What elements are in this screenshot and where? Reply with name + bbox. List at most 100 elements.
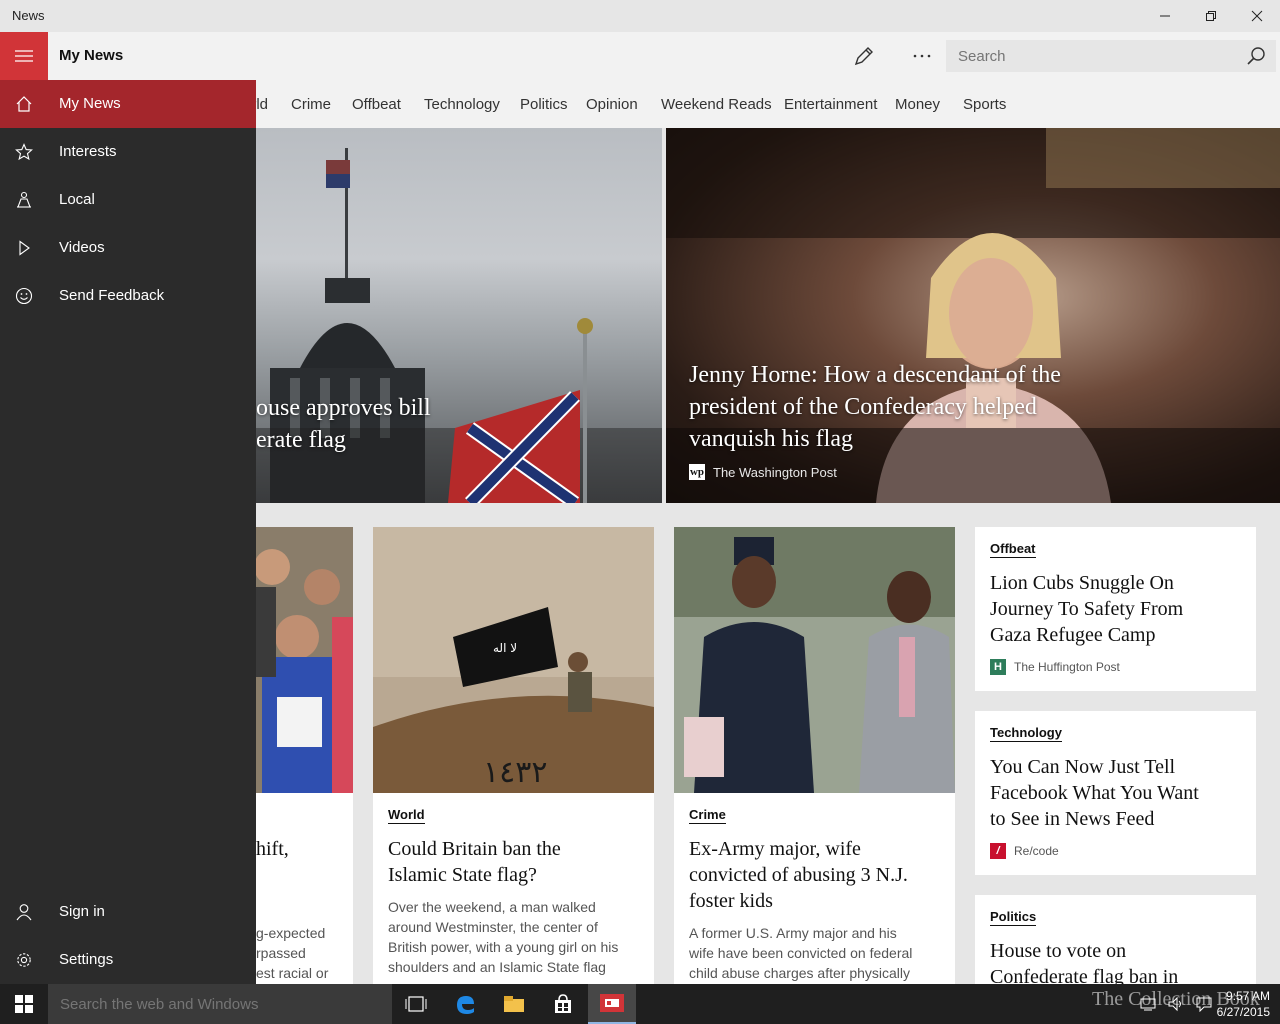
- store-button[interactable]: [539, 984, 587, 1024]
- summary-line: est racial or: [256, 965, 329, 981]
- close-button[interactable]: [1234, 0, 1280, 32]
- store-bag-icon: [555, 994, 571, 1013]
- side-card-1-source: H The Huffington Post: [990, 659, 1120, 675]
- source-name: The Huffington Post: [1014, 660, 1120, 674]
- side-card-2-title: You Can Now Just Tell Facebook What You …: [990, 754, 1199, 832]
- card-2-summary: A former U.S. Army major and his wife ha…: [689, 923, 912, 983]
- hero-2-title-line: Jenny Horne: How a descendant of the: [689, 362, 1061, 388]
- summary-line: British power, with a young girl on his: [388, 939, 619, 955]
- nav-item-label: Videos: [59, 239, 105, 256]
- tab-world[interactable]: rld: [256, 96, 268, 113]
- card-1-image-flag: لا اله ١٤٣٢: [373, 527, 654, 793]
- folder-icon: [504, 996, 524, 1012]
- pencil-icon: [854, 47, 873, 66]
- side-card-2-category[interactable]: Technology: [990, 724, 1062, 742]
- nav-item-videos[interactable]: Videos: [0, 224, 256, 272]
- summary-line: Over the weekend, a man walked: [388, 899, 596, 915]
- gear-icon: [12, 948, 36, 972]
- card-0-title: hift,: [256, 838, 289, 860]
- search-input[interactable]: [946, 40, 1226, 72]
- title-line: Gaza Refugee Camp: [990, 624, 1156, 646]
- summary-line: g-expected: [256, 925, 326, 941]
- hamburger-button[interactable]: [0, 32, 48, 80]
- minimize-icon: [1160, 15, 1170, 17]
- nav-item-interests[interactable]: Interests: [0, 128, 256, 176]
- title-line: Lion Cubs Snuggle On: [990, 572, 1174, 594]
- title-line: convicted of abusing 3 N.J.: [689, 864, 908, 886]
- nav-item-settings[interactable]: Settings: [0, 936, 256, 984]
- side-card-2-source: / Re/code: [990, 843, 1059, 859]
- nav-item-label: Sign in: [59, 903, 105, 920]
- title-line: Could Britain ban the: [388, 838, 561, 860]
- hero-1-title: ouse approves bill erate flag: [256, 392, 431, 456]
- tab-entertainment[interactable]: Entertainment: [784, 96, 877, 113]
- restore-button[interactable]: [1188, 0, 1234, 32]
- card-2-category[interactable]: Crime: [689, 806, 726, 824]
- summary-line: shoulders and an Islamic State flag: [388, 959, 606, 975]
- title-line: House to vote on: [990, 940, 1127, 962]
- nav-item-label: Send Feedback: [59, 287, 165, 304]
- file-explorer-button[interactable]: [490, 984, 538, 1024]
- play-icon: [12, 236, 36, 260]
- nav-item-send-feedback[interactable]: Send Feedback: [0, 272, 256, 320]
- page-title: My News: [59, 47, 124, 64]
- category-label: Politics: [990, 909, 1037, 926]
- article-card-1[interactable]: لا اله ١٤٣٢ World Could Britain ban the …: [373, 527, 654, 984]
- edge-button[interactable]: [441, 984, 489, 1024]
- summary-line: rpassed: [256, 945, 306, 961]
- nav-item-local[interactable]: Local: [0, 176, 256, 224]
- watermark: The Collection Book: [1092, 988, 1260, 1010]
- edit-button[interactable]: [850, 44, 878, 68]
- title-line: Facebook What You Want: [990, 782, 1199, 804]
- hero-2-title-line: president of the Confederacy helped: [689, 394, 1037, 420]
- taskbar: 9:57 AM 6/27/2015: [0, 984, 1280, 1024]
- tab-sports[interactable]: Sports: [963, 96, 1006, 113]
- more-icon: [913, 54, 931, 58]
- card-1-title: Could Britain ban the Islamic State flag…: [388, 836, 561, 888]
- svg-text:لا اله: لا اله: [493, 641, 517, 655]
- side-card-politics[interactable]: Politics House to vote on Confederate fl…: [975, 895, 1256, 984]
- side-card-offbeat[interactable]: Offbeat Lion Cubs Snuggle On Journey To …: [975, 527, 1256, 691]
- title-line: Confederate flag ban in: [990, 966, 1179, 984]
- title-line: Ex-Army major, wife: [689, 838, 861, 860]
- tab-money[interactable]: Money: [895, 96, 940, 113]
- source-name: The Washington Post: [713, 464, 837, 480]
- tab-politics[interactable]: Politics: [520, 96, 568, 113]
- nav-item-sign-in[interactable]: Sign in: [0, 888, 256, 936]
- search-button[interactable]: [1246, 46, 1266, 71]
- start-button[interactable]: [0, 984, 48, 1024]
- tab-crime[interactable]: Crime: [291, 96, 331, 113]
- card-1-category[interactable]: World: [388, 806, 425, 824]
- category-label: World: [388, 807, 425, 824]
- news-app-button[interactable]: [588, 984, 636, 1024]
- category-label: Offbeat: [990, 541, 1036, 558]
- title-line: You Can Now Just Tell: [990, 756, 1176, 778]
- side-card-3-category[interactable]: Politics: [990, 908, 1037, 926]
- tab-opinion[interactable]: Opinion: [586, 96, 638, 113]
- tab-weekend-reads[interactable]: Weekend Reads: [661, 96, 772, 113]
- smiley-icon: [12, 284, 36, 308]
- summary-line: child abuse charges after physically: [689, 965, 911, 981]
- card-0-summary: g-expected rpassed est racial or: [256, 923, 328, 983]
- task-view-button[interactable]: [392, 984, 440, 1024]
- article-card-2[interactable]: Crime Ex-Army major, wife convicted of a…: [674, 527, 955, 984]
- tab-offbeat[interactable]: Offbeat: [352, 96, 401, 113]
- tab-technology[interactable]: Technology: [424, 96, 500, 113]
- minimize-button[interactable]: [1142, 0, 1188, 32]
- category-label: Crime: [689, 807, 726, 824]
- side-card-1-category[interactable]: Offbeat: [990, 540, 1036, 558]
- hero-article-2[interactable]: Jenny Horne: How a descendant of the pre…: [666, 128, 1280, 503]
- source-name: Re/code: [1014, 844, 1059, 858]
- app-header: My News: [0, 32, 1280, 80]
- title-line: Islamic State flag?: [388, 864, 537, 886]
- hero-1-title-line: ouse approves bill: [256, 395, 431, 421]
- huffington-post-logo-icon: H: [990, 659, 1006, 675]
- taskbar-search-input[interactable]: [48, 984, 388, 1024]
- nav-item-my-news[interactable]: My News: [0, 80, 256, 128]
- star-icon: [12, 140, 36, 164]
- hero-2-title: Jenny Horne: How a descendant of the pre…: [689, 359, 1061, 455]
- svg-text:١٤٣٢: ١٤٣٢: [483, 755, 547, 790]
- side-card-technology[interactable]: Technology You Can Now Just Tell Faceboo…: [975, 711, 1256, 875]
- more-button[interactable]: [906, 44, 938, 68]
- window-title: News: [12, 8, 45, 23]
